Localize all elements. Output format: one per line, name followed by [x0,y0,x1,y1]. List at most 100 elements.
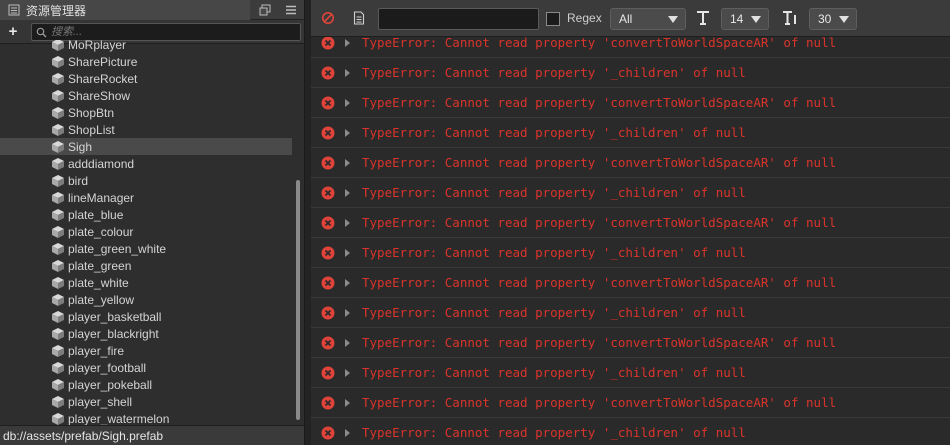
console-log-row[interactable]: TypeError: Cannot read property '_childr… [311,298,950,328]
console-log-row[interactable]: TypeError: Cannot read property '_childr… [311,118,950,148]
asset-tree-item[interactable]: player_fire [0,342,292,359]
asset-tree-item[interactable]: ShareRocket [0,70,292,87]
regex-checkbox[interactable] [546,12,560,26]
asset-tree-item-label: player_basketball [68,309,162,324]
asset-tree-item[interactable]: player_pokeball [0,376,292,393]
console-log-row[interactable]: TypeError: Cannot read property '_childr… [311,418,950,445]
line-count-select[interactable]: 30 [809,8,857,30]
clear-console-button[interactable] [321,11,337,27]
asset-tree-item[interactable]: ShopBtn [0,104,292,121]
expand-log-toggle[interactable] [345,129,350,137]
prefab-cube-icon [52,106,64,119]
prefab-cube-icon [52,276,64,289]
console-log-row[interactable]: TypeError: Cannot read property '_childr… [311,58,950,88]
asset-tree-item[interactable]: lineManager [0,189,292,206]
console-log-list: TypeError: Cannot read property 'convert… [311,37,950,445]
console-log-text: TypeError: Cannot read property '_childr… [362,425,746,440]
expand-log-toggle[interactable] [345,69,350,77]
console-log-row[interactable]: TypeError: Cannot read property 'convert… [311,148,950,178]
expand-log-toggle[interactable] [345,249,350,257]
error-icon [321,96,335,110]
error-icon [321,276,335,290]
asset-tree-item[interactable]: SharePicture [0,53,292,70]
console-log-row[interactable]: TypeError: Cannot read property '_childr… [311,358,950,388]
asset-tree-item[interactable]: plate_green_white [0,240,292,257]
expand-log-toggle[interactable] [345,159,350,167]
asset-tree-item[interactable]: player_watermelon [0,410,292,425]
error-icon [321,426,335,440]
expand-log-toggle[interactable] [345,39,350,47]
expand-log-toggle[interactable] [345,189,350,197]
expand-log-toggle[interactable] [345,99,350,107]
console-log-row[interactable]: TypeError: Cannot read property 'convert… [311,208,950,238]
error-icon [321,156,335,170]
asset-tree-item[interactable]: ShareShow [0,87,292,104]
console-log-row[interactable]: TypeError: Cannot read property 'convert… [311,88,950,118]
assets-panel-header: 资源管理器 [0,0,304,20]
console-log-row[interactable]: TypeError: Cannot read property '_childr… [311,238,950,268]
clear-console-icon [322,12,334,24]
font-size-value: 14 [730,12,744,26]
asset-path-text: db://assets/prefab/Sigh.prefab [3,428,164,443]
asset-search-box[interactable] [31,23,301,41]
console-log-row[interactable]: TypeError: Cannot read property '_childr… [311,178,950,208]
asset-tree-item[interactable]: player_football [0,359,292,376]
prefab-cube-icon [52,208,64,221]
expand-log-toggle[interactable] [345,339,350,347]
asset-tree-item[interactable]: ShopList [0,121,292,138]
asset-tree-item-label: Sigh [68,139,93,154]
panel-menu-button[interactable] [284,3,298,17]
prefab-cube-icon [52,259,64,272]
prefab-cube-icon [52,157,64,170]
error-icon [321,37,335,50]
console-filter-input[interactable] [378,8,539,30]
asset-tree-item[interactable]: plate_blue [0,206,292,223]
expand-log-toggle[interactable] [345,279,350,287]
add-asset-button[interactable]: + [5,24,21,40]
prefab-cube-icon [52,242,64,255]
folder-icon [8,4,20,16]
asset-tree-item-label: SharePicture [68,54,138,69]
asset-tree-item[interactable]: adddiamond [0,155,292,172]
asset-tree-item[interactable]: player_basketball [0,308,292,325]
collapse-logs-button[interactable] [353,11,369,27]
prefab-cube-icon [52,225,64,238]
asset-tree-item[interactable]: Sigh [0,138,292,155]
expand-log-toggle[interactable] [345,369,350,377]
asset-tree-item-label: player_blackright [68,326,159,341]
search-icon [36,27,47,37]
assets-panel: 资源管理器 + MoRplayerSharePi [0,0,305,445]
expand-log-toggle[interactable] [345,399,350,407]
console-log-row[interactable]: TypeError: Cannot read property 'convert… [311,388,950,418]
console-log-row[interactable]: TypeError: Cannot read property 'convert… [311,37,950,58]
maximize-button[interactable] [258,3,272,17]
expand-log-toggle[interactable] [345,429,350,437]
prefab-cube-icon [52,378,64,391]
assets-panel-tab[interactable]: 资源管理器 [0,0,250,20]
expand-log-toggle[interactable] [345,219,350,227]
log-level-value: All [619,12,633,26]
asset-tree-item[interactable]: player_blackright [0,325,292,342]
asset-tree-item[interactable]: plate_green [0,257,292,274]
line-count-icon [782,10,798,28]
error-icon [321,336,335,350]
asset-tree-item[interactable]: plate_yellow [0,291,292,308]
console-log-row[interactable]: TypeError: Cannot read property 'convert… [311,328,950,358]
error-icon [321,366,335,380]
asset-tree-item-label: plate_white [68,275,129,290]
font-size-select[interactable]: 14 [721,8,769,30]
asset-tree-item[interactable]: MoRplayer [0,40,292,53]
expand-log-toggle[interactable] [345,309,350,317]
log-level-select[interactable]: All [610,8,686,30]
asset-tree-item-label: ShopBtn [68,105,115,120]
asset-tree-item[interactable]: plate_white [0,274,292,291]
asset-tree-item[interactable]: player_shell [0,393,292,410]
asset-tree-scrollbar[interactable] [296,180,300,420]
console-log-text: TypeError: Cannot read property '_childr… [362,365,746,380]
asset-tree-item[interactable]: plate_colour [0,223,292,240]
asset-tree-item[interactable]: bird [0,172,292,189]
console-log-row[interactable]: TypeError: Cannot read property 'convert… [311,268,950,298]
asset-search-input[interactable] [51,26,281,38]
prefab-cube-icon [52,123,64,136]
regex-label: Regex [567,11,602,25]
